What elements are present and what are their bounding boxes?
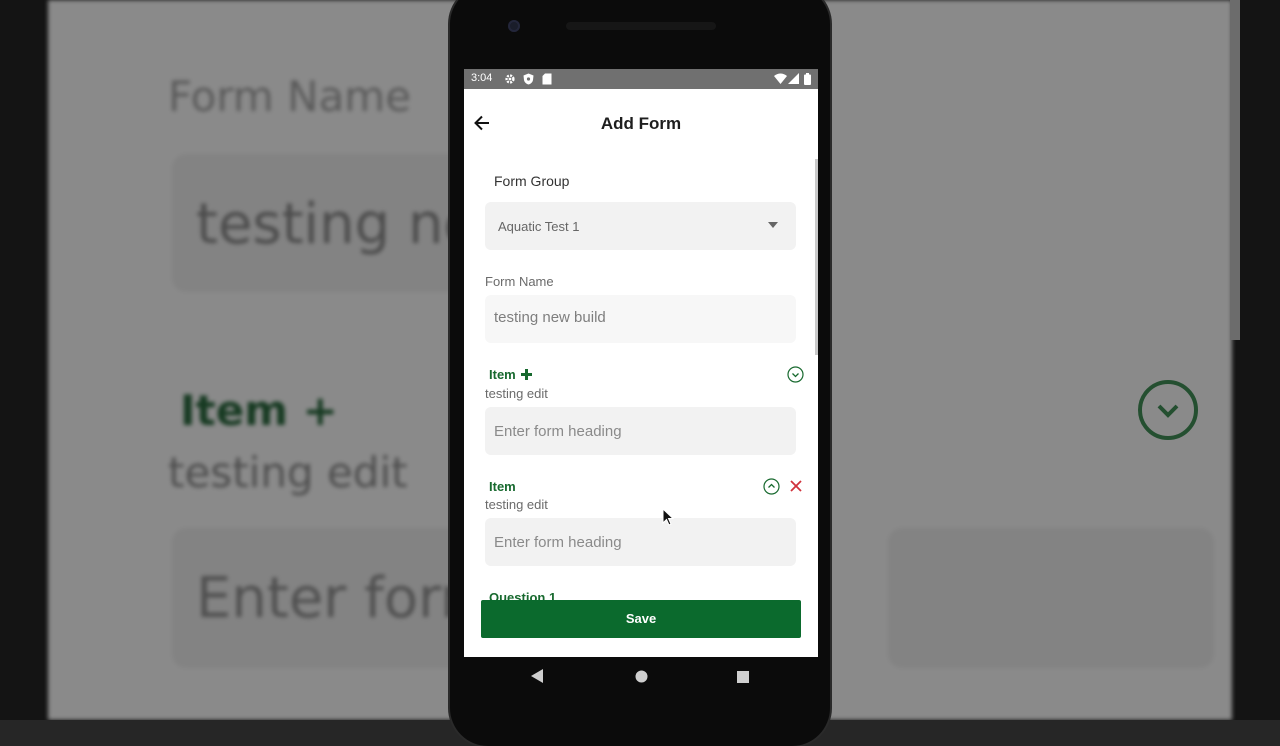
earpiece-speaker — [566, 22, 716, 30]
square-recents-icon — [737, 671, 749, 683]
background-chevron-down-icon — [1138, 380, 1198, 440]
background-scrollbar — [1230, 0, 1240, 340]
item-title-text: Item — [489, 367, 516, 382]
close-icon — [790, 480, 802, 492]
item-title: Item — [489, 479, 516, 494]
form-heading-input[interactable]: Enter form heading — [485, 518, 796, 566]
item-title: Item — [489, 367, 533, 382]
shield-icon — [523, 73, 534, 88]
app-screen: 3:04 Add Form Form Group Aquatic Test 1 … — [464, 69, 818, 657]
dropdown-arrow-icon — [768, 222, 778, 228]
circle-home-icon — [635, 670, 648, 683]
collapse-item-button[interactable] — [763, 478, 780, 495]
background-item-title: Item + — [180, 386, 338, 435]
signal-icon — [788, 73, 799, 87]
plus-icon[interactable] — [521, 369, 533, 380]
item-subtitle: testing edit — [485, 497, 548, 512]
form-group-select[interactable]: Aquatic Test 1 — [485, 202, 796, 250]
form-group-label: Form Group — [494, 173, 570, 189]
form-group-selected-value: Aquatic Test 1 — [498, 219, 580, 234]
form-name-label: Form Name — [485, 274, 554, 289]
page-title: Add Form — [600, 114, 682, 133]
save-button[interactable]: Save — [481, 600, 801, 638]
settings-icon — [504, 73, 516, 88]
front-camera — [508, 20, 520, 32]
expand-item-button[interactable] — [787, 366, 804, 383]
form-heading-placeholder: Enter form heading — [494, 534, 622, 551]
status-time: 3:04 — [471, 72, 493, 84]
chevron-up-circle-icon — [763, 478, 780, 495]
item-subtitle: testing edit — [485, 386, 548, 401]
status-bar: 3:04 — [464, 69, 818, 89]
nav-back-button[interactable] — [531, 669, 543, 688]
background-form-name-label: Form Name — [168, 72, 412, 121]
remove-item-button[interactable] — [788, 478, 804, 494]
battery-icon — [804, 73, 811, 88]
nav-recents-button[interactable] — [737, 670, 749, 688]
scrollbar[interactable] — [815, 159, 818, 355]
form-content: Form Group Aquatic Test 1 Form Name test… — [464, 159, 818, 601]
wifi-icon — [774, 73, 787, 87]
navigation-bar — [464, 657, 818, 697]
mouse-cursor — [662, 507, 675, 531]
form-heading-placeholder: Enter form heading — [494, 423, 622, 440]
sd-card-icon — [542, 73, 552, 88]
form-name-value: testing new build — [494, 309, 606, 326]
chevron-down-circle-icon — [787, 366, 804, 383]
triangle-back-icon — [531, 669, 543, 683]
form-name-input[interactable]: testing new build — [485, 295, 796, 343]
app-bar: Add Form — [464, 89, 818, 159]
nav-home-button[interactable] — [635, 670, 648, 688]
form-heading-input[interactable]: Enter form heading — [485, 407, 796, 455]
cursor-arrow-icon — [662, 507, 675, 526]
background-field — [888, 528, 1214, 668]
background-item-subtitle: testing edit — [168, 448, 408, 497]
